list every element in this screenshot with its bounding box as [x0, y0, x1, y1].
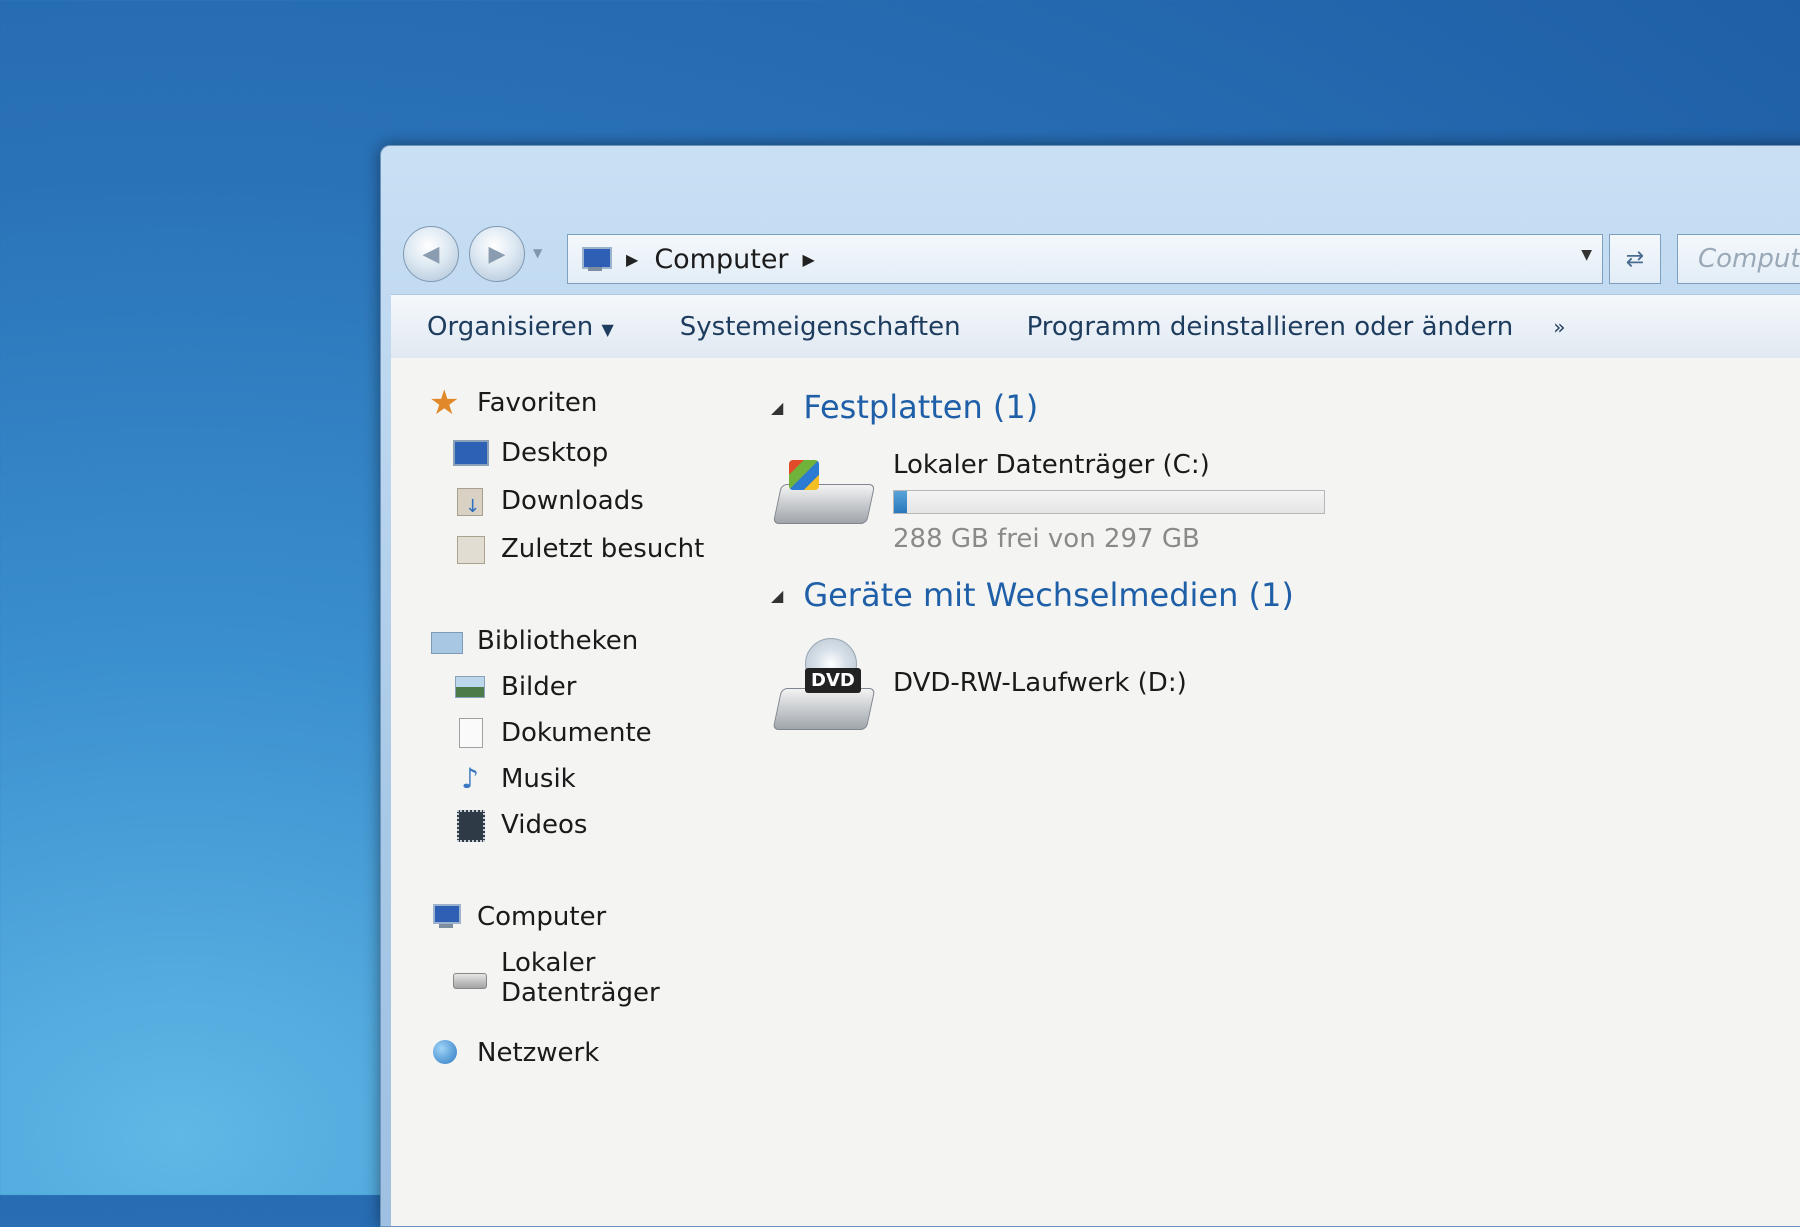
address-bar[interactable]: ▶ Computer ▶ ▼	[567, 234, 1603, 284]
drive-c[interactable]: Lokaler Datenträger (C:) 288 GB frei von…	[771, 450, 1325, 554]
pictures-icon	[453, 672, 487, 702]
drive-c-usage-fill	[894, 491, 907, 513]
dvd-badge: DVD	[805, 668, 861, 693]
nav-favorites[interactable]: ★ Favoriten	[429, 383, 598, 423]
address-dropdown-icon[interactable]: ▼	[1581, 247, 1592, 263]
desktop-icon	[453, 438, 489, 468]
nav-computer[interactable]: Computer	[429, 902, 606, 932]
drive-c-usage-bar	[893, 490, 1325, 514]
group-header-removable[interactable]: ◢ Geräte mit Wechselmedien (1)	[771, 576, 1294, 614]
film-strip-icon	[453, 810, 487, 842]
drive-c-name: Lokaler Datenträger (C:)	[893, 450, 1210, 480]
hard-drive-icon	[453, 963, 487, 993]
search-placeholder: Compute	[1698, 244, 1800, 274]
explorer-window: ◀ ▶ ▼ ▶ Computer ▶ ▼ ⇄ Compute Organisie…	[380, 145, 1800, 1227]
content-area: ★ Favoriten Desktop ↓ Downloads Zuletzt …	[391, 358, 1800, 1226]
refresh-icon: ⇄	[1625, 246, 1645, 272]
search-input[interactable]: Compute	[1677, 234, 1800, 284]
collapse-triangle-icon[interactable]: ◢	[771, 398, 783, 417]
nav-desktop[interactable]: Desktop	[453, 438, 608, 468]
system-properties-button[interactable]: Systemeigenschaften	[680, 312, 961, 342]
star-icon: ★	[429, 383, 460, 423]
navigation-pane: ★ Favoriten Desktop ↓ Downloads Zuletzt …	[391, 358, 731, 1226]
breadcrumb-computer[interactable]: Computer	[654, 244, 788, 275]
chevron-down-icon: ▼	[601, 320, 614, 339]
nav-downloads[interactable]: ↓ Downloads	[453, 486, 644, 517]
dvd-drive-icon: DVD	[771, 638, 876, 738]
nav-favorites-label: Favoriten	[477, 388, 598, 418]
nav-network[interactable]: Netzwerk	[429, 1038, 599, 1068]
libraries-icon	[429, 626, 463, 656]
nav-desktop-label: Desktop	[501, 438, 609, 468]
breadcrumb-arrow-icon[interactable]: ▶	[626, 250, 638, 269]
nav-libraries[interactable]: Bibliotheken	[429, 626, 638, 656]
nav-computer-label: Computer	[477, 902, 607, 932]
back-button[interactable]: ◀	[403, 226, 459, 282]
drive-d[interactable]: DVD DVD-RW-Laufwerk (D:)	[771, 638, 1187, 738]
organize-button[interactable]: Organisieren ▼	[427, 312, 614, 342]
group-header-hard-disks[interactable]: ◢ Festplatten (1)	[771, 388, 1038, 426]
nav-music[interactable]: ♪ Musik	[453, 762, 576, 795]
recent-places-icon	[453, 534, 487, 564]
nav-network-label: Netzwerk	[477, 1038, 600, 1068]
collapse-triangle-icon[interactable]: ◢	[771, 586, 783, 605]
back-arrow-icon: ◀	[422, 241, 440, 267]
nav-documents[interactable]: Dokumente	[453, 718, 652, 748]
nav-downloads-label: Downloads	[501, 486, 644, 516]
title-bar: ◀ ▶ ▼ ▶ Computer ▶ ▼ ⇄ Compute	[381, 146, 1800, 306]
nav-music-label: Musik	[501, 764, 576, 794]
organize-label: Organisieren	[427, 312, 594, 342]
downloads-icon: ↓	[453, 486, 487, 517]
refresh-button[interactable]: ⇄	[1609, 234, 1661, 284]
forward-button[interactable]: ▶	[469, 226, 525, 282]
computer-icon	[429, 902, 463, 932]
forward-arrow-icon: ▶	[488, 241, 506, 267]
nav-pictures[interactable]: Bilder	[453, 672, 576, 702]
nav-documents-label: Dokumente	[501, 718, 652, 748]
history-dropdown-icon[interactable]: ▼	[533, 246, 542, 260]
nav-local-disk[interactable]: Lokaler Datenträger	[453, 948, 731, 1008]
nav-videos[interactable]: Videos	[453, 810, 588, 842]
nav-pictures-label: Bilder	[501, 672, 577, 702]
more-commands-button[interactable]: »	[1553, 315, 1565, 339]
command-bar: Organisieren ▼ Systemeigenschaften Progr…	[391, 294, 1800, 360]
group-header-removable-label: Geräte mit Wechselmedien (1)	[803, 576, 1294, 614]
breadcrumb-arrow-icon[interactable]: ▶	[803, 250, 815, 269]
music-note-icon: ♪	[461, 762, 479, 795]
windows-drive-icon	[771, 450, 876, 530]
computer-icon	[578, 245, 612, 273]
documents-icon	[453, 718, 487, 748]
uninstall-program-button[interactable]: Programm deinstallieren oder ändern	[1027, 312, 1514, 342]
file-list-area: ◢ Festplatten (1) Lokaler Datenträger (C…	[731, 358, 1800, 1226]
nav-videos-label: Videos	[501, 810, 588, 840]
drive-d-name: DVD-RW-Laufwerk (D:)	[893, 668, 1187, 698]
nav-recent[interactable]: Zuletzt besucht	[453, 534, 704, 564]
network-globe-icon	[429, 1038, 463, 1068]
group-header-hard-disks-label: Festplatten (1)	[803, 388, 1039, 426]
nav-recent-label: Zuletzt besucht	[501, 534, 705, 564]
nav-libraries-label: Bibliotheken	[477, 626, 639, 656]
nav-local-disk-label: Lokaler Datenträger	[501, 948, 660, 1008]
drive-c-free-space: 288 GB frei von 297 GB	[893, 524, 1200, 554]
